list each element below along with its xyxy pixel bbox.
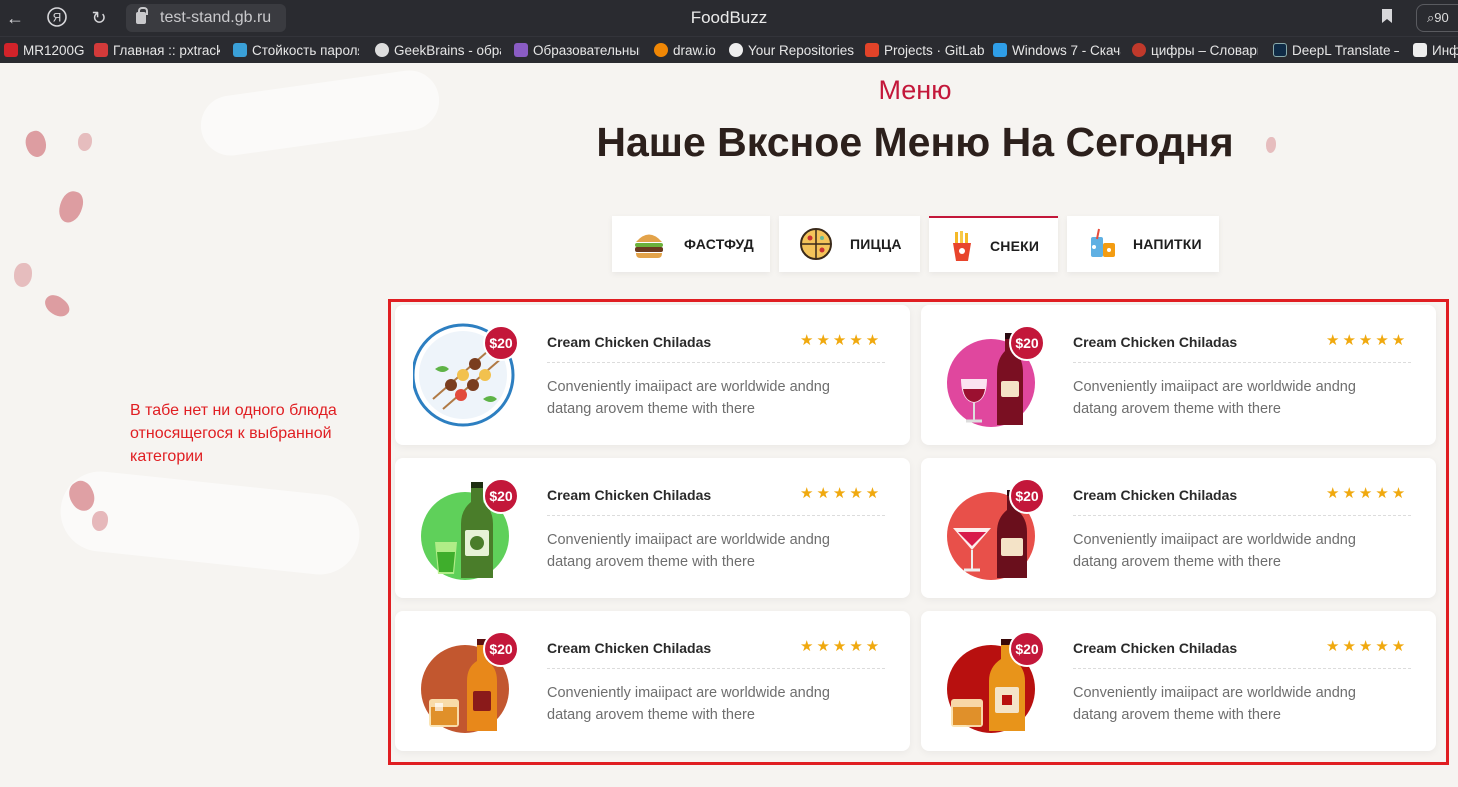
divider bbox=[547, 668, 885, 669]
url-text: test-stand.gb.ru bbox=[160, 9, 272, 26]
browser-toolbar: ← Я ↻ test-stand.gb.ru FoodBuzz ⌕90 bbox=[0, 0, 1458, 36]
petal-decoration bbox=[56, 188, 86, 226]
section-subtitle: Меню bbox=[878, 75, 952, 105]
bookmark-item[interactable]: Образовательный bbox=[514, 40, 640, 62]
windows-icon bbox=[993, 43, 1007, 57]
tab-label: СНЕКИ bbox=[990, 238, 1040, 254]
item-title[interactable]: Cream Chicken Chiladas bbox=[1073, 487, 1237, 503]
tab-fastfood[interactable]: ФАСТФУД bbox=[612, 216, 770, 272]
item-description: Conveniently imaiipact are worldwide and… bbox=[1073, 379, 1356, 417]
tab-pizza[interactable]: ПИЦЦА bbox=[779, 216, 920, 272]
rating-stars: ★★★★★ bbox=[1326, 332, 1409, 349]
menu-item-card[interactable]: $20 Cream Chicken Chiladas ★★★★★ Conveni… bbox=[395, 458, 910, 598]
page-content: Меню Наше Вксное Меню На Сегодня ФАСТФУД… bbox=[0, 63, 1458, 787]
price-badge: $20 bbox=[1009, 631, 1045, 667]
bookmark-item[interactable]: MR1200G bbox=[4, 40, 85, 62]
bookmark-item[interactable]: цифры – Словарь bbox=[1132, 40, 1258, 62]
gitlab-icon bbox=[865, 43, 879, 57]
rating-stars: ★★★★★ bbox=[800, 332, 883, 349]
bookmark-item[interactable]: Главная :: pxtracke bbox=[94, 40, 220, 62]
price-badge: $20 bbox=[483, 631, 519, 667]
deepl-icon bbox=[1273, 43, 1287, 57]
bookmark-favicon-icon bbox=[1132, 43, 1146, 57]
tab-label: НАПИТКИ bbox=[1133, 236, 1202, 252]
fries-icon bbox=[953, 231, 971, 261]
bookmark-favicon-icon bbox=[4, 43, 18, 57]
tab-snacks[interactable]: СНЕКИ bbox=[929, 216, 1058, 272]
price-badge: $20 bbox=[483, 478, 519, 514]
bookmark-item[interactable]: Стойкость пароля bbox=[233, 40, 359, 62]
divider bbox=[547, 515, 885, 516]
price-badge: $20 bbox=[483, 325, 519, 361]
pizza-icon bbox=[800, 228, 832, 260]
item-title[interactable]: Cream Chicken Chiladas bbox=[547, 334, 711, 350]
yandex-icon[interactable]: Я bbox=[44, 6, 70, 30]
price-badge: $20 bbox=[1009, 325, 1045, 361]
back-arrow-icon[interactable]: ← bbox=[2, 6, 28, 30]
bookmark-icon[interactable] bbox=[1374, 8, 1400, 30]
tab-drinks[interactable]: НАПИТКИ bbox=[1067, 216, 1219, 272]
item-title[interactable]: Cream Chicken Chiladas bbox=[547, 640, 711, 656]
document-icon bbox=[1413, 43, 1427, 57]
rating-stars: ★★★★★ bbox=[800, 485, 883, 502]
bookmark-item[interactable]: GeekBrains - обра bbox=[375, 40, 501, 62]
reload-icon[interactable]: ↻ bbox=[86, 6, 112, 30]
divider bbox=[1073, 515, 1411, 516]
item-title[interactable]: Cream Chicken Chiladas bbox=[547, 487, 711, 503]
menu-item-card[interactable]: $20 Cream Chicken Chiladas ★★★★★ Conveni… bbox=[921, 305, 1436, 445]
divider bbox=[1073, 362, 1411, 363]
divider bbox=[1073, 668, 1411, 669]
bookmark-favicon-icon bbox=[654, 43, 668, 57]
menu-item-card[interactable]: $20 Cream Chicken Chiladas ★★★★★ Conveni… bbox=[921, 458, 1436, 598]
bookmark-item[interactable]: DeepL Translate – bbox=[1273, 40, 1399, 62]
bookmark-item[interactable]: Windows 7 - Скача bbox=[993, 40, 1121, 62]
drinks-icon bbox=[1091, 228, 1115, 257]
bookmarks-bar: MR1200G Главная :: pxtracke Стойкость па… bbox=[0, 36, 1458, 63]
bookmark-item[interactable]: Инф bbox=[1413, 40, 1458, 62]
item-description: Conveniently imaiipact are worldwide and… bbox=[547, 379, 830, 417]
bookmark-favicon-icon bbox=[514, 43, 528, 57]
tab-label: ПИЦЦА bbox=[850, 236, 902, 252]
bookmark-item[interactable]: Projects · GitLab bbox=[865, 40, 985, 62]
bookmark-item[interactable]: Your Repositories bbox=[729, 40, 854, 62]
item-description: Conveniently imaiipact are worldwide and… bbox=[547, 532, 830, 570]
bookmark-favicon-icon bbox=[233, 43, 247, 57]
rating-stars: ★★★★★ bbox=[1326, 485, 1409, 502]
tab-label: ФАСТФУД bbox=[684, 236, 754, 252]
burger-icon bbox=[635, 234, 663, 258]
svg-text:Я: Я bbox=[53, 11, 62, 25]
rating-stars: ★★★★★ bbox=[800, 638, 883, 655]
github-icon bbox=[729, 43, 743, 57]
bookmark-favicon-icon bbox=[375, 43, 389, 57]
rating-stars: ★★★★★ bbox=[1326, 638, 1409, 655]
search-label: 90 bbox=[1434, 10, 1449, 25]
lock-icon bbox=[136, 7, 148, 24]
address-bar[interactable]: test-stand.gb.ru bbox=[126, 4, 286, 32]
annotation-note: В табе нет ни одного блюда относящегося … bbox=[130, 402, 337, 465]
item-title[interactable]: Cream Chicken Chiladas bbox=[1073, 640, 1237, 656]
menu-item-card[interactable]: $20 Cream Chicken Chiladas ★★★★★ Conveni… bbox=[395, 305, 910, 445]
bookmark-item[interactable]: draw.io bbox=[654, 40, 716, 62]
item-description: Conveniently imaiipact are worldwide and… bbox=[547, 685, 830, 723]
petal-decoration bbox=[14, 263, 32, 287]
search-button[interactable]: ⌕90 bbox=[1416, 4, 1458, 32]
item-description: Conveniently imaiipact are worldwide and… bbox=[1073, 532, 1356, 570]
section-title: Наше Вксное Меню На Сегодня bbox=[596, 119, 1234, 165]
item-description: Conveniently imaiipact are worldwide and… bbox=[1073, 685, 1356, 723]
price-badge: $20 bbox=[1009, 478, 1045, 514]
divider bbox=[547, 362, 885, 363]
item-title[interactable]: Cream Chicken Chiladas bbox=[1073, 334, 1237, 350]
bookmark-favicon-icon bbox=[94, 43, 108, 57]
menu-item-card[interactable]: $20 Cream Chicken Chiladas ★★★★★ Conveni… bbox=[921, 611, 1436, 751]
menu-item-card[interactable]: $20 Cream Chicken Chiladas ★★★★★ Conveni… bbox=[395, 611, 910, 751]
petal-decoration bbox=[41, 290, 73, 322]
